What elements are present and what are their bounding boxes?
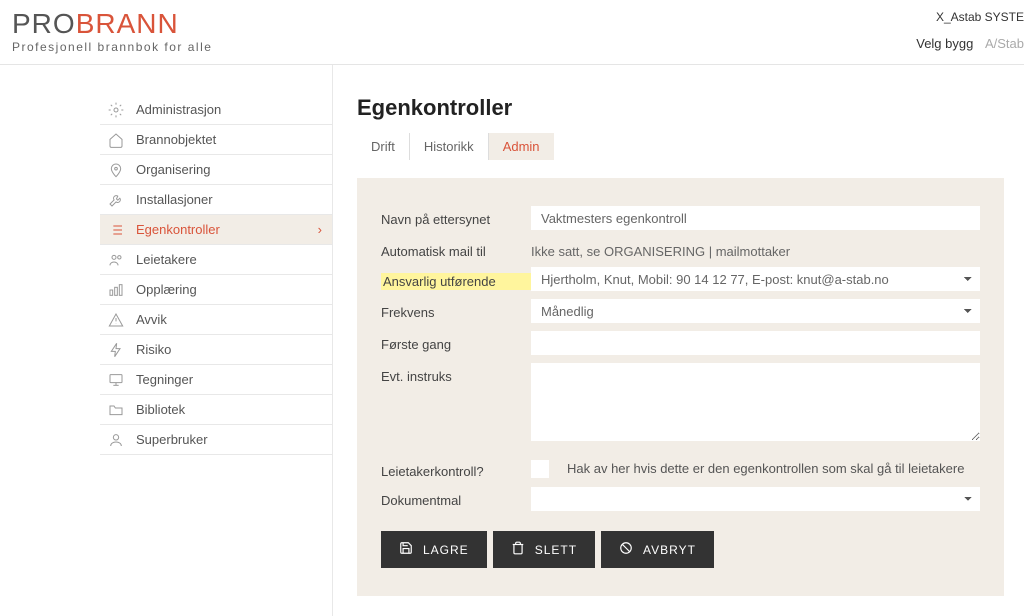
sidebar-item-organisering[interactable]: Organisering bbox=[100, 155, 332, 185]
building-select-value: A/Stab bbox=[985, 36, 1024, 51]
warning-icon bbox=[106, 310, 126, 330]
dokumentmal-label: Dokumentmal bbox=[381, 487, 531, 508]
sidebar-item-label: Opplæring bbox=[136, 282, 197, 297]
wrench-icon bbox=[106, 190, 126, 210]
graph-icon bbox=[106, 280, 126, 300]
building-select-label: Velg bygg bbox=[916, 36, 973, 51]
tab-drift[interactable]: Drift bbox=[357, 133, 410, 160]
forste-input[interactable] bbox=[531, 331, 980, 355]
sidebar-item-label: Tegninger bbox=[136, 372, 193, 387]
logo: PROBRANN bbox=[12, 10, 212, 38]
navn-input[interactable] bbox=[531, 206, 980, 230]
navn-label: Navn på ettersynet bbox=[381, 206, 531, 227]
save-icon bbox=[399, 541, 413, 558]
leietaker-label: Leietakerkontroll? bbox=[381, 458, 531, 479]
sidebar-item-egenkontroller[interactable]: Egenkontroller › bbox=[100, 215, 332, 245]
trash-icon bbox=[511, 541, 525, 558]
sidebar-item-label: Egenkontroller bbox=[136, 222, 220, 237]
sidebar: Administrasjon Brannobjektet Organiserin… bbox=[0, 65, 333, 616]
sidebar-item-risiko[interactable]: Risiko bbox=[100, 335, 332, 365]
sidebar-item-label: Installasjoner bbox=[136, 192, 213, 207]
building-selector[interactable]: Velg bygg A/Stab bbox=[916, 36, 1024, 51]
sidebar-item-installasjoner[interactable]: Installasjoner bbox=[100, 185, 332, 215]
chevron-right-icon: › bbox=[318, 222, 322, 237]
sidebar-item-avvik[interactable]: Avvik bbox=[100, 305, 332, 335]
sidebar-item-label: Organisering bbox=[136, 162, 210, 177]
home-icon bbox=[106, 130, 126, 150]
ansvarlig-select[interactable]: Hjertholm, Knut, Mobil: 90 14 12 77, E-p… bbox=[531, 267, 980, 291]
instruks-label: Evt. instruks bbox=[381, 363, 531, 384]
leietaker-help: Hak av her hvis dette er den egenkontrol… bbox=[567, 461, 964, 476]
checklist-icon bbox=[106, 220, 126, 240]
instruks-textarea[interactable] bbox=[531, 363, 980, 441]
ansvarlig-label: Ansvarlig utførende bbox=[381, 273, 531, 290]
sidebar-item-label: Bibliotek bbox=[136, 402, 185, 417]
sidebar-item-administrasjon[interactable]: Administrasjon bbox=[100, 95, 332, 125]
dokumentmal-select[interactable] bbox=[531, 487, 980, 511]
sidebar-item-label: Brannobjektet bbox=[136, 132, 216, 147]
logo-tagline: Profesjonell brannbok for alle bbox=[12, 40, 212, 54]
sidebar-item-label: Administrasjon bbox=[136, 102, 221, 117]
sidebar-item-brannobjektet[interactable]: Brannobjektet bbox=[100, 125, 332, 155]
sidebar-item-leietakere[interactable]: Leietakere bbox=[100, 245, 332, 275]
sidebar-item-opplaering[interactable]: Opplæring bbox=[100, 275, 332, 305]
folder-icon bbox=[106, 400, 126, 420]
sidebar-item-superbruker[interactable]: Superbruker bbox=[100, 425, 332, 455]
user-icon bbox=[106, 430, 126, 450]
frekvens-select[interactable]: Månedlig bbox=[531, 299, 980, 323]
tab-bar: Drift Historikk Admin bbox=[357, 133, 1004, 160]
leietaker-checkbox[interactable] bbox=[531, 460, 549, 478]
tab-historikk[interactable]: Historikk bbox=[410, 133, 489, 160]
sidebar-item-bibliotek[interactable]: Bibliotek bbox=[100, 395, 332, 425]
frekvens-label: Frekvens bbox=[381, 299, 531, 320]
people-icon bbox=[106, 250, 126, 270]
system-tag: X_Astab SYSTE bbox=[936, 10, 1024, 24]
slett-button[interactable]: SLETT bbox=[493, 531, 595, 568]
logo-pro: PRO bbox=[12, 8, 76, 39]
gear-icon bbox=[106, 100, 126, 120]
sidebar-item-tegninger[interactable]: Tegninger bbox=[100, 365, 332, 395]
logo-block: PROBRANN Profesjonell brannbok for alle bbox=[10, 10, 212, 54]
logo-brann: BRANN bbox=[76, 8, 179, 39]
mail-value: Ikke satt, se ORGANISERING | mailmottake… bbox=[531, 238, 980, 259]
sidebar-item-label: Risiko bbox=[136, 342, 171, 357]
sidebar-item-label: Leietakere bbox=[136, 252, 197, 267]
sidebar-item-label: Avvik bbox=[136, 312, 167, 327]
forste-label: Første gang bbox=[381, 331, 531, 352]
cancel-icon bbox=[619, 541, 633, 558]
avbryt-button[interactable]: AVBRYT bbox=[601, 531, 714, 568]
form-panel: Navn på ettersynet Automatisk mail til I… bbox=[357, 178, 1004, 596]
screen-icon bbox=[106, 370, 126, 390]
pin-icon bbox=[106, 160, 126, 180]
bolt-icon bbox=[106, 340, 126, 360]
sidebar-item-label: Superbruker bbox=[136, 432, 208, 447]
mail-label: Automatisk mail til bbox=[381, 238, 531, 259]
page-title: Egenkontroller bbox=[357, 95, 1004, 121]
lagre-button[interactable]: LAGRE bbox=[381, 531, 487, 568]
tab-admin[interactable]: Admin bbox=[489, 133, 554, 160]
